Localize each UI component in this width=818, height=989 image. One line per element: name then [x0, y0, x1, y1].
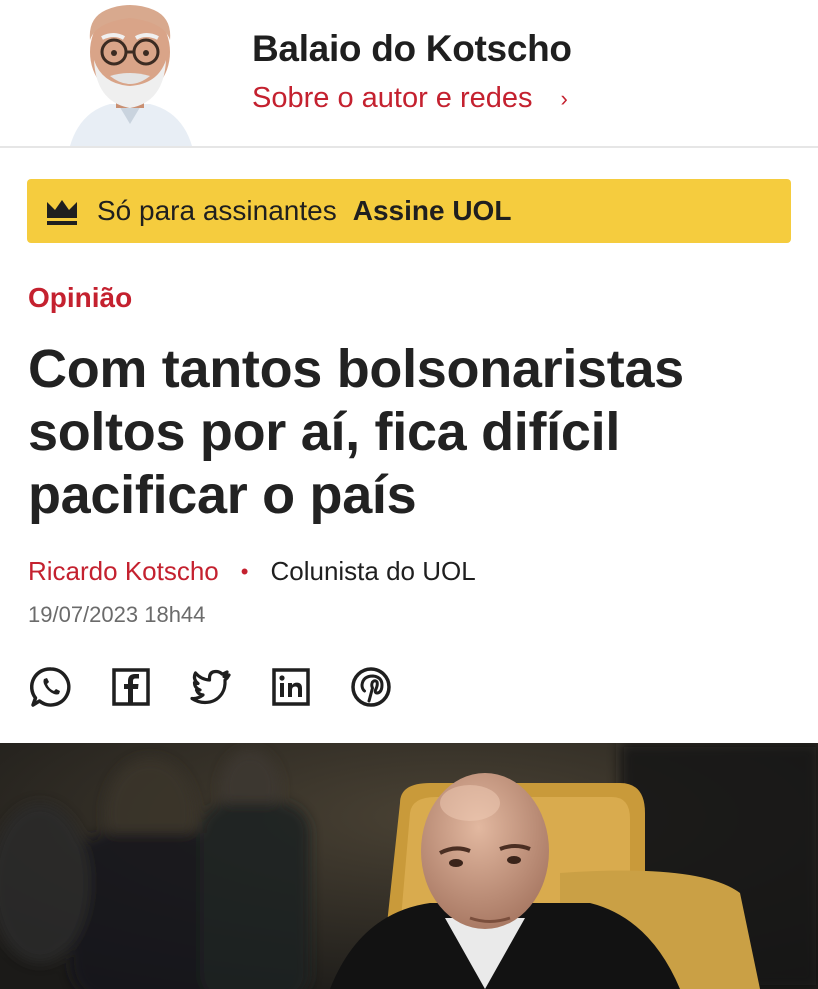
article-headline: Com tantos bolsonaristas soltos por aí, …: [28, 339, 684, 525]
linkedin-share-button[interactable]: [268, 664, 314, 710]
subscriber-banner[interactable]: Só para assinantes Assine UOL: [27, 179, 791, 243]
pinterest-icon: [351, 667, 391, 707]
column-header: Balaio do Kotscho Sobre o autor e redes …: [0, 0, 818, 148]
about-author-label: Sobre o autor e redes: [252, 82, 533, 114]
author-avatar[interactable]: [60, 0, 200, 146]
whatsapp-icon: [30, 667, 71, 707]
subscriber-only-label: Só para assinantes: [97, 195, 337, 226]
crown-icon: [47, 200, 77, 225]
share-bar: [28, 664, 428, 710]
article-category[interactable]: Opinião: [28, 282, 132, 314]
facebook-icon: [112, 668, 150, 706]
article-hero-image: [0, 743, 818, 989]
pinterest-share-button[interactable]: [348, 664, 394, 710]
whatsapp-share-button[interactable]: [28, 664, 74, 710]
author-role: Colunista do UOL: [270, 556, 476, 586]
author-name-link[interactable]: Ricardo Kotscho: [28, 556, 219, 587]
about-author-link[interactable]: Sobre o autor e redes ›: [252, 82, 568, 115]
subscribe-button[interactable]: Assine UOL: [353, 195, 512, 227]
byline: Ricardo Kotscho • Colunista do UOL: [28, 556, 476, 587]
column-title: Balaio do Kotscho: [252, 28, 572, 69]
chevron-right-icon: ›: [560, 85, 568, 111]
byline-separator: •: [240, 558, 249, 584]
facebook-share-button[interactable]: [108, 664, 154, 710]
linkedin-icon: [272, 668, 310, 706]
twitter-share-button[interactable]: [188, 664, 234, 710]
publish-date: 19/07/2023 18h44: [28, 602, 206, 627]
twitter-icon: [190, 669, 231, 705]
